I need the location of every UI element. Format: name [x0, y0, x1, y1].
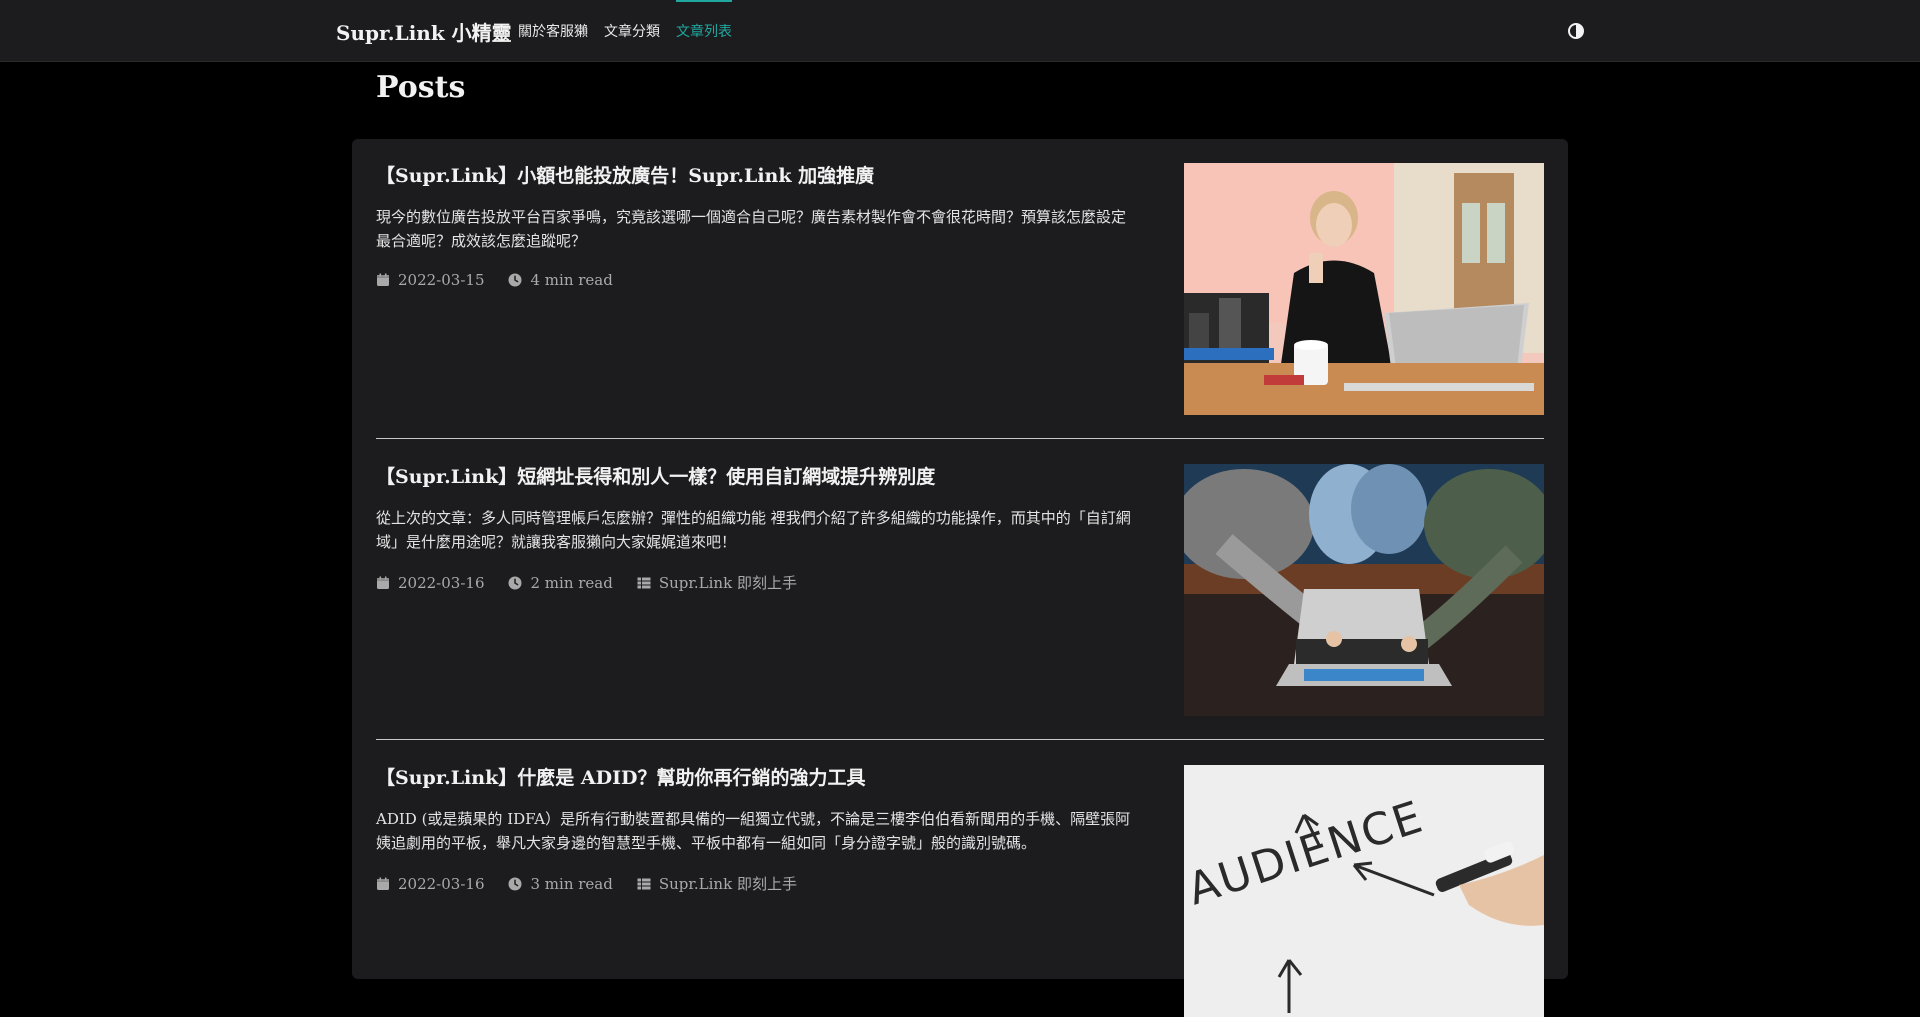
- post-read-time: 4 min read: [508, 271, 613, 289]
- post-meta: 2022-03-16 3 min read Supr.Link 即刻上手: [376, 873, 821, 894]
- nav-links: 關於客服獺 文章分類 文章列表: [518, 0, 748, 41]
- contrast-icon[interactable]: [1568, 23, 1584, 39]
- team-laptop-image: [1184, 464, 1544, 716]
- post-meta: 2022-03-16 2 min read Supr.Link 即刻上手: [376, 572, 821, 593]
- post-summary: ADID (或是蘋果的 IDFA）是所有行動裝置都具備的一組獨立代號，不論是三樓…: [376, 810, 1131, 852]
- post-thumbnail[interactable]: AUDIENCE: [1184, 765, 1544, 1017]
- post-category[interactable]: Supr.Link 即刻上手: [637, 873, 797, 894]
- post-thumbnail[interactable]: [1184, 464, 1544, 716]
- calendar-icon: [377, 273, 389, 286]
- top-navbar: Supr.Link 小精靈 關於客服獺 文章分類 文章列表: [0, 0, 1920, 62]
- post-title[interactable]: 【Supr.Link】什麼是 ADID？幫助你再行銷的強力工具: [376, 765, 1136, 791]
- post-separator: [376, 438, 1544, 439]
- post-list: 【Supr.Link】小額也能投放廣告！Supr.Link 加強推廣 現今的數位…: [352, 139, 1568, 1017]
- post-meta: 2022-03-15 4 min read: [376, 271, 637, 289]
- calendar-icon: [377, 576, 389, 589]
- post-date: 2022-03-16: [376, 574, 484, 592]
- post-item: 【Supr.Link】小額也能投放廣告！Supr.Link 加強推廣 現今的數位…: [376, 163, 1544, 415]
- nav-link-categories[interactable]: 文章分類: [604, 21, 660, 41]
- clock-icon: [508, 877, 522, 890]
- page-title: Posts: [376, 70, 466, 105]
- post-date: 2022-03-15: [376, 271, 484, 289]
- post-summary: 從上次的文章：多人同時管理帳戶怎麼辦？彈性的組織功能 裡我們介紹了許多組織的功能…: [376, 509, 1131, 551]
- post-thumbnail[interactable]: [1184, 163, 1544, 415]
- nav-link-posts[interactable]: 文章列表: [676, 0, 732, 41]
- calendar-icon: [377, 877, 389, 890]
- site-brand[interactable]: Supr.Link 小精靈: [336, 17, 512, 46]
- post-separator: [376, 739, 1544, 740]
- post-title[interactable]: 【Supr.Link】小額也能投放廣告！Supr.Link 加強推廣: [376, 163, 1136, 189]
- post-item: 【Supr.Link】短網址長得和別人一樣？使用自訂網域提升辨別度 從上次的文章…: [376, 464, 1544, 716]
- post-title[interactable]: 【Supr.Link】短網址長得和別人一樣？使用自訂網域提升辨別度: [376, 464, 1136, 490]
- post-summary: 現今的數位廣告投放平台百家爭鳴，究竟該選哪一個適合自己呢？廣告素材製作會不會很花…: [376, 208, 1127, 250]
- post-item: 【Supr.Link】什麼是 ADID？幫助你再行銷的強力工具 ADID (或是…: [376, 765, 1544, 1017]
- nav-link-about[interactable]: 關於客服獺: [518, 21, 588, 41]
- post-category[interactable]: Supr.Link 即刻上手: [637, 572, 797, 593]
- woman-laptop-image: [1184, 163, 1544, 415]
- clock-icon: [508, 273, 522, 287]
- post-read-time: 3 min read: [508, 875, 613, 893]
- audience-whiteboard-image: AUDIENCE: [1184, 765, 1544, 1017]
- post-read-time: 2 min read: [508, 574, 613, 592]
- post-date: 2022-03-16: [376, 875, 484, 893]
- clock-icon: [508, 576, 522, 589]
- list-icon: [637, 878, 651, 889]
- list-icon: [637, 577, 651, 588]
